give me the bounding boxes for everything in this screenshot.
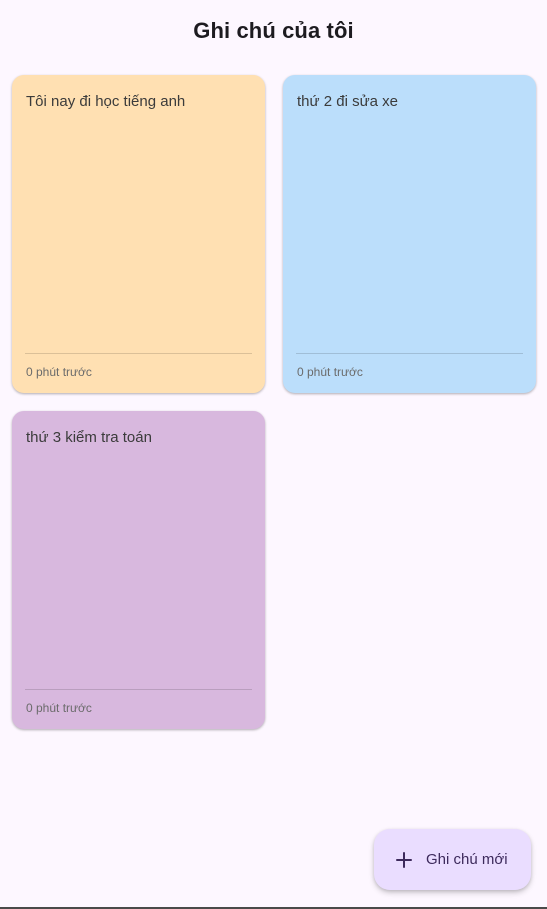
- note-text: thứ 2 đi sửa xe: [297, 93, 398, 110]
- note-timestamp: 0 phút trước: [26, 701, 92, 715]
- note-text: Tôi nay đi học tiếng anh: [26, 93, 186, 110]
- note-card[interactable]: Tôi nay đi học tiếng anh 0 phút trước: [12, 75, 265, 393]
- notes-screen: Ghi chú của tôi Tôi nay đi học tiếng anh…: [0, 0, 547, 909]
- plus-icon: [394, 850, 414, 870]
- note-divider: [296, 353, 523, 354]
- note-timestamp: 0 phút trước: [297, 365, 363, 379]
- note-card[interactable]: thứ 3 kiểm tra toán 0 phút trước: [12, 411, 265, 729]
- note-card[interactable]: thứ 2 đi sửa xe 0 phút trước: [283, 75, 536, 393]
- app-bar: Ghi chú của tôi: [0, 0, 547, 62]
- notes-grid: Tôi nay đi học tiếng anh 0 phút trước th…: [12, 75, 536, 729]
- note-divider: [25, 353, 252, 354]
- new-note-label: Ghi chú mới: [426, 851, 508, 868]
- new-note-button[interactable]: Ghi chú mới: [374, 829, 531, 890]
- note-timestamp: 0 phút trước: [26, 365, 92, 379]
- note-divider: [25, 689, 252, 690]
- page-title: Ghi chú của tôi: [193, 18, 354, 43]
- note-text: thứ 3 kiểm tra toán: [26, 429, 152, 446]
